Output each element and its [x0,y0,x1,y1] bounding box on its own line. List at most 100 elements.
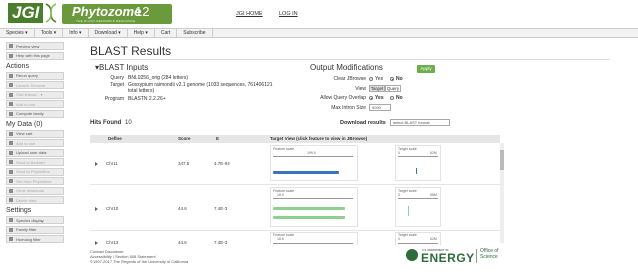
send-to-biomart-button[interactable]: Send to BioMart [6,158,64,166]
feature-scale-axis [273,198,353,199]
feature-view[interactable]: Feature scale 199.9 [270,145,358,181]
target-scale-axis [398,156,438,157]
target-scale-max: 62M [430,237,437,241]
row-defline: Chr11 [106,161,118,166]
col-defline[interactable]: Deflne [108,136,122,141]
target-value-line2: total letters) [128,88,155,94]
feature-view[interactable]: Feature scale 18.0 [270,187,358,227]
actions-heading: Actions [6,62,29,70]
sidebar-button-label: Get from PhytoMine [16,178,52,184]
target-scale-axis [398,243,438,244]
preview-view-button[interactable]: Preview view [6,42,64,50]
add-to-cart-action-button[interactable]: Add to cart [6,100,64,108]
sidebar-button-label: Visit linkout... ▾ [16,92,43,97]
overlap-yes-radio[interactable] [369,96,373,100]
upload-icon [9,150,13,155]
sidebar-button-label: Preview view [16,43,40,49]
target-scale-min: 0 [398,237,400,241]
help-icon [9,53,13,58]
compute-family-button[interactable]: Compute family [6,109,64,118]
expand-row-icon[interactable] [95,241,98,245]
menu-tools[interactable]: Tools ▾ [35,29,64,37]
clear-jbrowse-yes-label: Yes [375,76,384,82]
table-row[interactable]: Chr11 347.5 4.7E-94 Feature scale 199.9 … [90,143,500,185]
linkout-icon [9,92,13,97]
homolog-filter-button[interactable]: Homolog filter [6,235,64,243]
menu-download[interactable]: Download ▾ [89,29,128,37]
clear-jbrowse-label: Clear JBrowse [333,76,366,82]
expand-row-icon[interactable] [95,207,98,211]
species-display-button[interactable]: Species display [6,216,64,224]
sidebar-button-label: Help with this page [16,53,50,58]
apply-button[interactable]: Apply [417,65,435,73]
visit-linkout-button[interactable]: Visit linkout... ▾ [6,90,64,99]
jgi-home-link[interactable]: JGI HOME [236,11,263,17]
target-view[interactable]: Target scale 0 62M [395,232,441,245]
main-menubar: Species ▾ Tools ▾ Info ▾ Download ▾ Help… [0,28,638,38]
view-target-button[interactable]: Target [369,85,385,92]
menu-help[interactable]: Help ▾ [128,29,155,37]
menu-species[interactable]: Species ▾ [0,29,35,37]
family-filter-button[interactable]: Family filter [6,225,64,234]
delete-data-button[interactable]: Delete data [6,196,64,204]
target-view[interactable]: Target scale 0 56M [395,187,441,227]
doe-office-of-science[interactable]: Office of Science [480,248,499,260]
target-view[interactable]: Target scale 0 62M [395,145,441,181]
menu-info[interactable]: Info ▾ [63,29,89,37]
expand-row-icon[interactable] [95,162,98,166]
sidebar-button-label: Species display [16,217,44,223]
menu-cart[interactable]: Cart [155,29,178,37]
help-page-button[interactable]: Help with this page [6,51,64,60]
col-evalue[interactable]: E [216,136,219,141]
launch-jbrowse-button[interactable]: Launch Jbrowse [6,81,64,89]
target-scale-axis [398,198,438,199]
app-subtitle: THE PLANT GENOMICS RESOURCE [76,19,136,23]
query-label: Query [110,75,124,81]
filter-icon [9,227,13,232]
target-hit-marker[interactable] [408,206,409,216]
sidebar-button-label: Delete data [16,197,37,203]
view-cart-button[interactable]: View cart [6,129,64,138]
sidebar-button-label: Compute family [16,111,44,116]
sidebar-button-label: Gene download [16,188,45,193]
view-query-button[interactable]: Query [385,85,401,92]
menu-subscribe[interactable]: Subscribe [177,29,213,37]
feature-scale-label: Feature scale [273,147,295,151]
upload-user-data-button[interactable]: Upload user data [6,148,64,157]
feature-view[interactable]: Feature scale 18.5 [270,232,358,245]
send-to-phytomine-button[interactable]: Send to PhytoMine [6,167,64,176]
mydata-add-to-cart-button[interactable]: Add to cart [6,139,64,147]
feature-hit-bar[interactable] [273,216,345,219]
dna-helix-icon [45,3,57,23]
feature-scale-max: 199.9 [307,151,316,155]
feature-hit-bar[interactable] [273,207,345,210]
overlap-no-radio[interactable] [390,96,394,100]
table-row[interactable]: Chr13 44.6 7.4E-3 Feature scale 18.5 Tar… [90,231,500,245]
blast-inputs-heading[interactable]: ▾BLAST Inputs [95,63,148,72]
page-title: BLAST Results [90,44,172,58]
blast-format-select[interactable]: select BLAST format [390,119,450,126]
feature-scale-axis [273,243,353,244]
target-scale-min: 0 [398,151,400,155]
feature-scale-axis [273,156,353,157]
login-link[interactable]: LOG IN [279,11,298,17]
app-name: Phytozome [72,4,142,19]
clear-jbrowse-no-radio[interactable] [390,77,394,81]
hits-found-value: 10 [125,120,132,126]
max-intron-input[interactable]: 5000 [369,104,391,111]
target-hit-marker[interactable] [416,168,417,174]
table-row[interactable]: Chr10 44.6 7.4E-3 Feature scale 18.0 Tar… [90,185,500,231]
col-score[interactable]: Score [178,136,191,141]
download-icon [9,188,13,193]
clear-jbrowse-yes-radio[interactable] [369,77,373,81]
clear-jbrowse-no-label: No [396,76,403,82]
get-from-phytomine-button[interactable]: Get from PhytoMine [6,177,64,185]
rerun-query-button[interactable]: Rerun query [6,71,64,80]
sidebar-button-label: Rerun query [16,73,39,78]
gene-download-button[interactable]: Gene download [6,186,64,195]
jgi-logo[interactable]: JGI [8,3,59,23]
feature-hit-bar[interactable] [273,171,339,174]
results-scrollbar-thumb[interactable] [500,150,504,170]
overlap-yes-label: Yes [375,95,384,101]
target-scale-max: 56M [430,193,437,197]
